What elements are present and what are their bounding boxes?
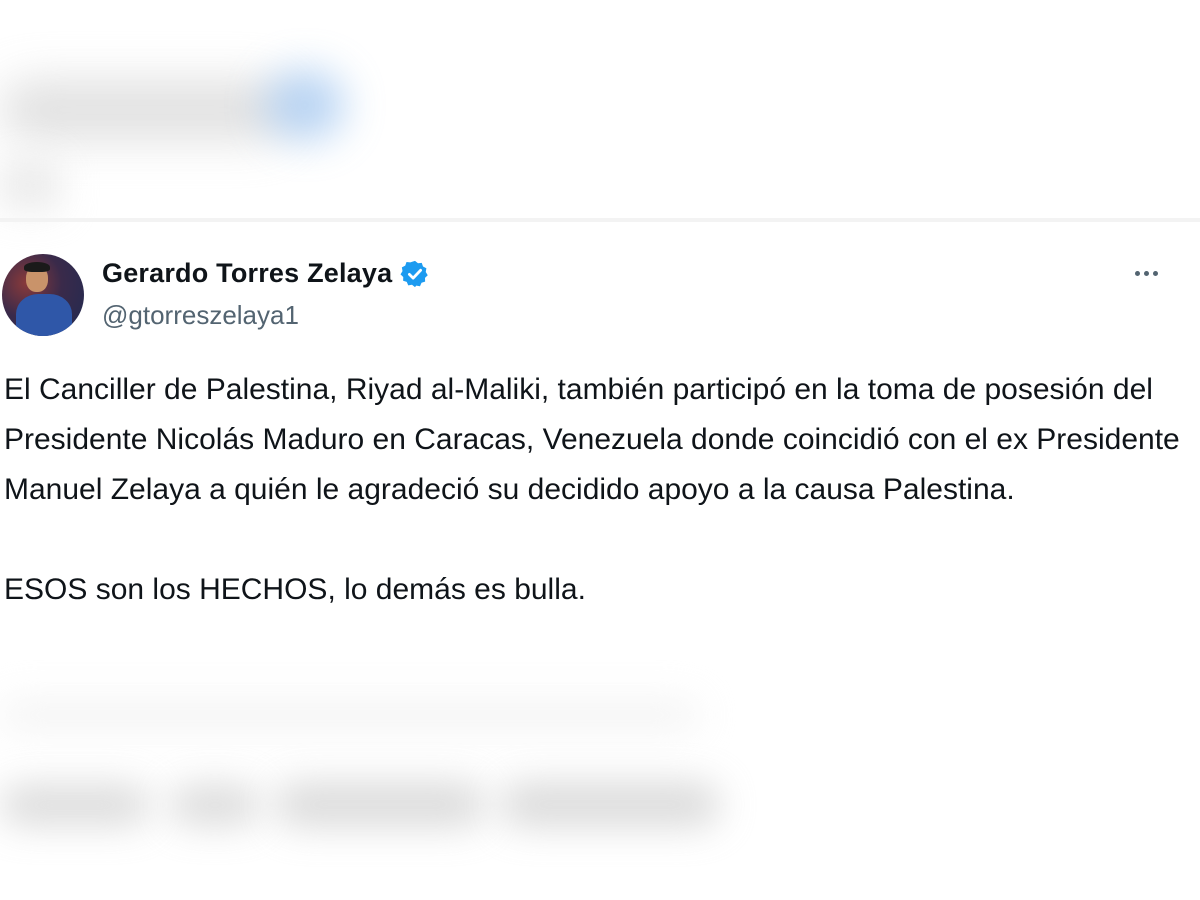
avatar-hair bbox=[24, 262, 50, 272]
tweet-paragraph: El Canciller de Palestina, Riyad al-Mali… bbox=[4, 373, 1180, 506]
blurred-text bbox=[0, 80, 290, 140]
author-name-row: Gerardo Torres Zelaya bbox=[102, 258, 430, 289]
author-display-name[interactable]: Gerardo Torres Zelaya bbox=[102, 258, 392, 289]
blurred-text bbox=[170, 785, 260, 825]
blurred-following-content bbox=[0, 690, 1200, 900]
blurred-text bbox=[275, 782, 485, 827]
divider bbox=[0, 218, 1200, 222]
more-horizontal-icon bbox=[1152, 270, 1158, 276]
more-horizontal-icon bbox=[1143, 270, 1149, 276]
blurred-text bbox=[0, 160, 60, 210]
verified-badge-icon bbox=[400, 259, 430, 289]
more-horizontal-icon bbox=[1134, 270, 1140, 276]
more-options-button[interactable] bbox=[1124, 258, 1168, 288]
blurred-text bbox=[500, 782, 720, 827]
avatar[interactable] bbox=[2, 254, 84, 336]
author-handle[interactable]: @gtorreszelaya1 bbox=[102, 300, 299, 331]
avatar-suit bbox=[16, 294, 72, 336]
blurred-badge bbox=[265, 70, 345, 140]
tweet-text: El Canciller de Palestina, Riyad al-Mali… bbox=[4, 365, 1189, 615]
blurred-media bbox=[0, 700, 700, 730]
blurred-text bbox=[0, 785, 150, 825]
tweet-paragraph: ESOS son los HECHOS, lo demás es bulla. bbox=[4, 573, 586, 606]
tweet-screenshot: Gerardo Torres Zelaya @gtorreszelaya1 El… bbox=[0, 0, 1200, 900]
blurred-previous-content bbox=[0, 0, 1200, 220]
